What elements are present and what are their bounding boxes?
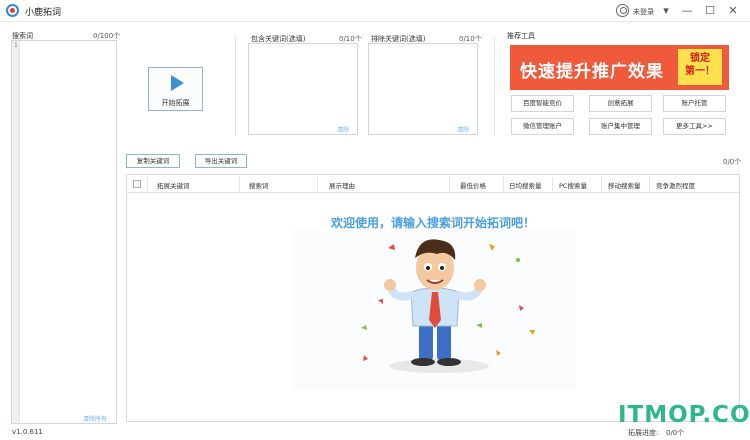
select-all-checkbox[interactable] [133, 180, 141, 188]
column-divider [449, 177, 450, 191]
export-keywords-button[interactable]: 导出关键词 [195, 154, 247, 168]
title-bar: 小鹿拓词 未登录 ▾ — ☐ ✕ [0, 0, 750, 22]
minimize-button[interactable]: — [678, 3, 696, 19]
dropdown-icon[interactable]: ▾ [657, 3, 675, 19]
divider [235, 36, 236, 136]
table-header: 拓展关键词 搜索词 展示理由 最低价格 日均搜索量 PC搜索量 移动搜索量 竞争… [127, 175, 739, 193]
promo-headline: 快速提升推广效果 [520, 62, 664, 82]
column-divider [649, 177, 650, 191]
maximize-button[interactable]: ☐ [701, 3, 719, 19]
column-divider [317, 177, 318, 191]
promo-badge-line1: 锁定 [690, 53, 710, 64]
include-clear-link[interactable]: 清除 [337, 125, 349, 134]
column-divider [601, 177, 602, 191]
column-header-mobile-searches[interactable]: 移动搜索量 [608, 180, 641, 190]
column-header-pc-searches[interactable]: PC搜索量 [559, 180, 587, 190]
clear-all-link[interactable]: 清除所有 [83, 414, 107, 423]
search-words-input[interactable] [11, 40, 117, 424]
app-title: 小鹿拓词 [25, 8, 62, 18]
start-expand-label: 开始拓展 [161, 99, 190, 107]
promo-badge: 锁定 第一！ [678, 49, 722, 85]
divider [494, 36, 495, 136]
tool-account-hosting-button[interactable]: 账户托管 [663, 95, 726, 112]
tool-wechat-account-button[interactable]: 微信管理账户 [511, 118, 574, 135]
result-count: 0/0个 [723, 158, 742, 166]
tool-creative-expand-button[interactable]: 创意拓展 [589, 95, 652, 112]
column-header-search-word[interactable]: 搜索词 [249, 180, 269, 190]
tool-central-account-button[interactable]: 账户集中管理 [589, 118, 652, 135]
progress-value: 0/0个 [666, 429, 685, 437]
welcome-message: 欢迎使用，请输入搜索词开始拓词吧！ [330, 216, 535, 230]
watermark: ITMOP.COM [618, 402, 750, 428]
start-expand-button[interactable]: 开始拓展 [148, 67, 203, 111]
copy-keywords-button[interactable]: 复制关键词 [126, 154, 180, 168]
results-table: 拓展关键词 搜索词 展示理由 最低价格 日均搜索量 PC搜索量 移动搜索量 竞争… [126, 174, 740, 422]
progress-label: 拓展进度: [628, 429, 659, 437]
version-label: v1.0.611 [12, 428, 43, 436]
include-keywords-input[interactable] [248, 43, 358, 135]
column-divider [147, 177, 148, 191]
line-gutter [12, 41, 20, 423]
column-divider [239, 177, 240, 191]
exclude-keywords-input[interactable] [368, 43, 478, 135]
play-icon [171, 75, 184, 91]
tools-label: 推荐工具 [507, 32, 535, 40]
login-status[interactable]: 未登录 [633, 7, 654, 17]
column-divider [552, 177, 553, 191]
user-avatar-icon[interactable] [616, 4, 629, 17]
promo-banner[interactable]: 快速提升推广效果 锁定 第一！ [510, 45, 729, 90]
column-divider [503, 177, 504, 191]
line-number: 1 [14, 42, 18, 49]
column-header-expanded-keyword[interactable]: 拓展关键词 [157, 180, 190, 190]
app-logo-icon [6, 4, 19, 17]
tool-more-button[interactable]: 更多工具>> [663, 118, 726, 135]
tool-baidu-bidding-button[interactable]: 百度智能竞价 [511, 95, 574, 112]
promo-badge-line2: 第一！ [685, 66, 715, 77]
mascot-illustration [291, 230, 576, 390]
close-button[interactable]: ✕ [724, 3, 742, 19]
column-header-daily-searches[interactable]: 日均搜索量 [509, 180, 542, 190]
column-header-min-price[interactable]: 最低价格 [460, 180, 486, 190]
exclude-clear-link[interactable]: 清除 [457, 125, 469, 134]
column-header-reason[interactable]: 展示理由 [329, 180, 355, 190]
column-header-competition[interactable]: 竞争激烈程度 [656, 180, 695, 190]
